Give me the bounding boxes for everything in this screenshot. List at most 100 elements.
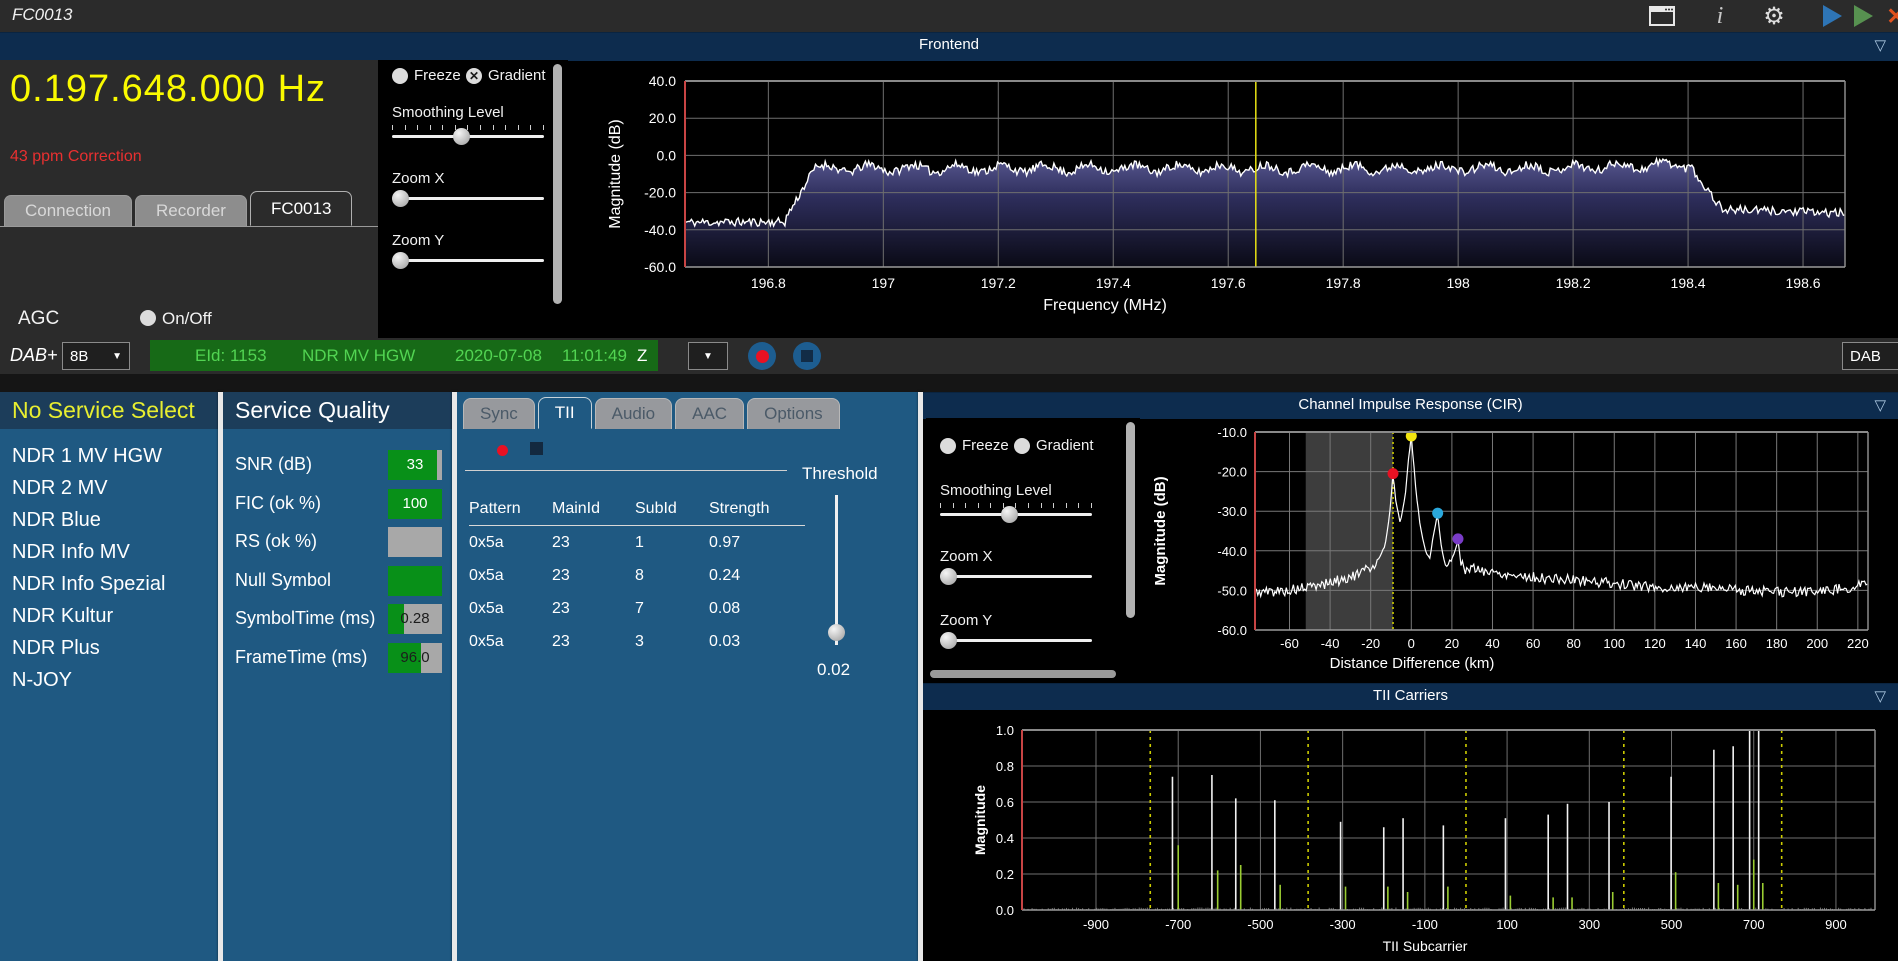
dab-mode-label: DAB+ [10,345,58,365]
horizontal-scrollbar[interactable] [930,670,1116,678]
svg-text:-60.0: -60.0 [1217,623,1247,638]
detail-tab-tii[interactable]: TII [537,397,592,429]
tii-table-row: 0x5a 23 1 0.97 [469,526,805,559]
service-item[interactable]: NDR Info Spezial [0,568,218,600]
svg-text:Magnitude (dB): Magnitude (dB) [607,119,624,228]
zoom-y-slider[interactable] [392,259,544,262]
status-dropdown-button[interactable]: ▼ [688,342,728,370]
play-blue-icon[interactable] [1818,4,1846,28]
cir-header: Channel Impulse Response (CIR) ▽ [923,392,1898,419]
smoothing-slider-knob[interactable] [453,128,470,145]
tii-carriers-plot[interactable]: 0.0 0.2 0.4 0.6 0.8 1.0 -900 -700 -500 -300 -100 10… [923,709,1898,961]
service-item[interactable]: NDR Kultur [0,600,218,632]
ppm-correction: 43 ppm Correction [10,148,142,165]
svg-text:Frequency (MHz): Frequency (MHz) [1043,297,1167,314]
svg-text:-20.0: -20.0 [644,185,676,201]
service-item[interactable]: NDR Blue [0,504,218,536]
cir-plot[interactable]: -10.0 -20.0 -30.0 -40.0 -50.0 -60.0 -60 -40 -20 0… [1140,418,1898,683]
service-item[interactable]: NDR 2 MV [0,472,218,504]
tii-table-cell: 0.24 [709,566,741,584]
service-item[interactable]: NDR Info MV [0,536,218,568]
agc-radio[interactable] [140,310,156,326]
quality-label: FIC (ok %) [235,492,322,513]
quality-row: RS (ok %) [223,527,452,557]
svg-text:80: 80 [1566,636,1580,651]
svg-text:-100: -100 [1412,917,1438,932]
tuner-tab-recorder[interactable]: Recorder [135,195,247,226]
tii-table-cell: 7 [635,599,644,617]
detail-tab-audio[interactable]: Audio [594,398,673,429]
title-bar: FC0013 i ⚙ ✕ [0,0,1898,32]
svg-text:-10.0: -10.0 [1217,425,1247,440]
gear-icon[interactable]: ⚙ [1760,3,1788,30]
quality-value: 100 [402,494,428,512]
cir-collapse-icon[interactable]: ▽ [1874,396,1886,414]
threshold-slider-track[interactable] [835,495,838,645]
zoom-x-label: Zoom X [392,170,445,187]
threshold-slider-knob[interactable] [828,624,845,641]
svg-text:0.6: 0.6 [996,795,1014,810]
tii-table-header-cell: Pattern [469,499,521,517]
detail-tab-options[interactable]: Options [747,398,840,429]
zoom-y-slider-knob[interactable] [392,252,409,269]
gradient-checkbox[interactable]: ✕ [466,68,482,84]
svg-text:700: 700 [1743,917,1765,932]
cir-title: Channel Impulse Response (CIR) [1298,396,1523,413]
tuner-tab-fc0013[interactable]: FC0013 [249,191,353,226]
quality-row: FrameTime (ms) 96.0 [223,642,452,673]
spectrum-plot[interactable]: 40.0 20.0 0.0 -20.0 -40.0 -60.0 196.8 197 197.2 1… [568,60,1898,338]
tii-table-row: 0x5a 23 8 0.24 [469,559,805,592]
gradient-checkbox[interactable] [1014,438,1030,454]
freeze-label: Freeze [414,67,461,84]
zoom-x-slider-knob[interactable] [392,190,409,207]
tii-stop-icon[interactable] [530,442,543,455]
svg-text:197.4: 197.4 [1096,275,1131,291]
service-item[interactable]: NDR 1 MV HGW [0,440,218,472]
output-mode-value: DAB [1850,347,1881,365]
quality-label: FrameTime (ms) [235,646,368,667]
freeze-radio[interactable] [940,438,956,454]
frontend-header: Frontend ▽ [0,32,1898,61]
tii-record-icon[interactable] [497,445,508,456]
svg-text:0.0: 0.0 [996,903,1014,918]
svg-text:198: 198 [1446,275,1470,291]
tuner-tab-connection[interactable]: Connection [4,195,133,226]
record-button[interactable] [748,342,776,370]
zoom-y-slider-knob[interactable] [940,632,957,649]
smoothing-slider-knob[interactable] [1001,506,1018,523]
tii-collapse-icon[interactable]: ▽ [1874,687,1886,705]
zoom-x-slider-knob[interactable] [940,568,957,585]
play-green-icon[interactable] [1849,4,1877,28]
window-icon[interactable] [1648,4,1676,28]
stop-button[interactable] [793,342,821,370]
tii-table-cell: 23 [552,566,570,584]
svg-text:40: 40 [1485,636,1499,651]
vertical-scrollbar[interactable] [553,64,562,304]
freeze-radio[interactable] [392,68,408,84]
detail-tab-aac[interactable]: AAC [675,398,745,429]
zoom-x-slider[interactable] [940,575,1092,578]
tii-table-cell: 23 [552,632,570,650]
info-icon[interactable]: i [1706,3,1734,29]
tii-table-header: Pattern MainId SubId Strength [469,492,805,526]
tii-table-header-cell: MainId [552,499,601,517]
frontend-collapse-icon[interactable]: ▽ [1874,36,1886,54]
zoom-y-slider[interactable] [940,639,1092,642]
channel-select[interactable]: 8B ▼ [62,342,130,370]
close-x-icon[interactable]: ✕ [1882,3,1898,29]
tii-table-cell: 23 [552,533,570,551]
service-item[interactable]: NDR Plus [0,632,218,664]
svg-text:160: 160 [1725,636,1747,651]
output-mode-select[interactable]: DAB▼ [1842,342,1898,370]
tii-table-cell: 0x5a [469,632,504,650]
detail-tab-sync[interactable]: Sync [463,398,535,429]
quality-bar [388,527,442,557]
zoom-x-slider[interactable] [392,197,544,200]
cir-controls: Freeze Gradient Smoothing Level Zoom X Zoom … [926,418,1140,683]
services-panel: No Service Select NDR 1 MV HGW NDR 2 MV ND… [0,392,218,961]
quality-bar: 0.28 [388,604,442,634]
quality-row: Null Symbol [223,565,452,596]
service-item[interactable]: N-JOY [0,664,218,696]
vertical-scrollbar[interactable] [1126,422,1135,618]
agc-label: AGC [18,308,60,329]
